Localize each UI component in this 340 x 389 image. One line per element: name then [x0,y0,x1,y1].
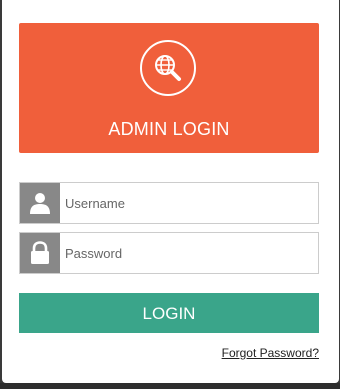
username-input[interactable] [61,183,320,223]
forgot-password-link[interactable]: Forgot Password? [222,346,319,360]
login-panel: ADMIN LOGIN LOGIN Forgot Password? [2,0,339,383]
logo-badge [140,40,196,96]
login-header: ADMIN LOGIN [19,23,319,153]
username-field [19,182,320,224]
password-icon-box [20,233,60,273]
globe-search-icon [155,55,181,81]
login-button[interactable]: LOGIN [19,293,319,333]
user-icon [30,193,50,214]
page-title: ADMIN LOGIN [108,119,230,139]
password-input[interactable] [61,233,320,273]
password-field [19,232,320,274]
page-bottom-edge [0,383,340,389]
username-icon-box [20,183,60,223]
lock-icon [31,241,49,264]
